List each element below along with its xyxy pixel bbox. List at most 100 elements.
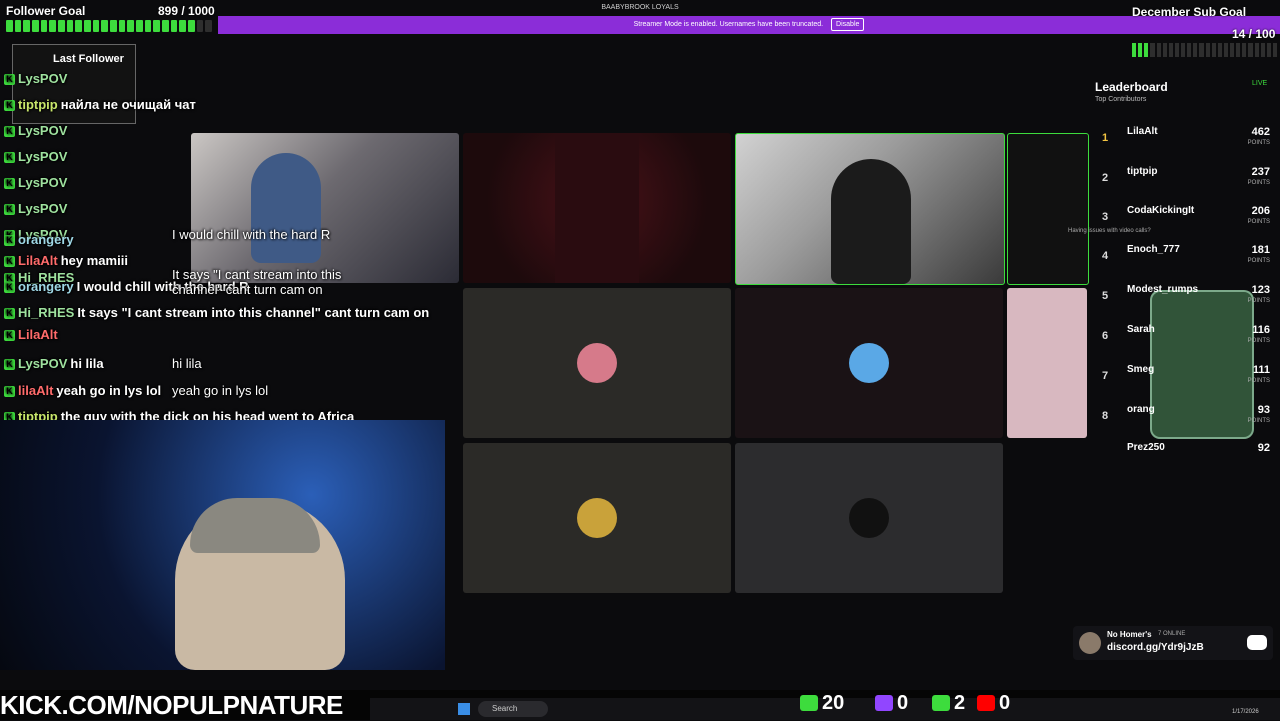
video-tile-camera-2[interactable] [463, 133, 731, 283]
chat-text: It says "I cant stream into this channel… [77, 305, 430, 320]
leaderboard-row: 5 Modest_rumps 123 POINTS [1098, 282, 1270, 316]
points-label: POINTS [1247, 298, 1270, 304]
chat-username: LilaAlt [18, 327, 58, 342]
points-label: POINTS [1247, 140, 1270, 146]
progress-segment [196, 20, 204, 32]
points-label: POINTS [1247, 258, 1270, 264]
leaderboard-points: 116 [1252, 324, 1270, 336]
progress-segment [32, 20, 39, 32]
caption-text: hi lila [172, 356, 202, 371]
progress-segment [1260, 43, 1265, 57]
chat-username: LysPOV [18, 356, 68, 371]
video-tile-audio-5[interactable] [735, 443, 1003, 593]
discord-invite[interactable]: discord.gg/Ydr9jJzB [1107, 642, 1204, 653]
disable-streamer-mode-button[interactable]: Disable [831, 18, 865, 31]
follower-goal-bar [6, 20, 213, 32]
leaderboard-name: CodaKickingIt [1127, 205, 1195, 216]
progress-segment [1230, 43, 1235, 57]
kick-badge-icon: K [4, 282, 15, 294]
chat-message: KLysPOV [4, 175, 70, 190]
chat-username: orangery [18, 232, 74, 247]
leaderboard-name: Enoch_777 [1127, 244, 1180, 255]
progress-segment [40, 20, 48, 32]
caption-text: yeah go in lys lol [172, 383, 269, 398]
sub-goal-title: December Sub Goal [1132, 5, 1247, 19]
chat-message: K LilaAlt hey mamiii [4, 253, 128, 268]
kick-count: 20 [822, 692, 845, 714]
leaderboard-name: orang [1127, 404, 1155, 415]
progress-segment [110, 20, 117, 32]
video-tile-camera-3[interactable] [735, 133, 1005, 285]
discord-server-name: No Homer's [1107, 630, 1152, 639]
kick-badge-icon: K [4, 308, 15, 320]
video-tile-camera-1[interactable] [191, 133, 459, 283]
windows-start-icon[interactable] [458, 703, 470, 715]
chat-message: KLilaAlt [4, 327, 61, 342]
live-indicator: LIVE [1252, 80, 1268, 87]
leaderboard-name: LilaAlt [1127, 126, 1158, 137]
chat-message: Ktiptpip найла не очищай чат [4, 97, 196, 112]
progress-segment [1156, 43, 1161, 57]
progress-segment [1174, 43, 1179, 57]
leaderboard-rank: 6 [1102, 330, 1109, 342]
video-tile-audio-2[interactable] [735, 288, 1003, 438]
streamer-webcam [0, 420, 445, 670]
progress-segment [1168, 43, 1173, 57]
leaderboard-row: 1 LilaAlt 462 POINTS [1098, 124, 1270, 158]
chat-text: найла не очищай чат [60, 97, 196, 112]
kick-badge-icon: K [4, 74, 15, 86]
progress-segment [1181, 43, 1186, 57]
progress-segment [179, 20, 187, 32]
progress-segment [1223, 43, 1228, 57]
kick-badge-icon: K [4, 126, 15, 138]
progress-segment [84, 20, 91, 32]
progress-segment [14, 20, 22, 32]
leaderboard-rank: 5 [1102, 290, 1109, 302]
leaderboard-name: Smeg [1127, 364, 1155, 375]
kick-badge-icon: K [4, 330, 15, 342]
chat-username: LysPOV [18, 71, 68, 86]
progress-segment [127, 20, 135, 32]
points-label: POINTS [1247, 219, 1270, 225]
kick-icon [800, 695, 818, 711]
kick-badge-icon: K [4, 204, 15, 216]
progress-segment [162, 20, 169, 32]
leaderboard-name: Sarah [1127, 324, 1155, 335]
kick-badge-icon: K [4, 100, 15, 112]
leaderboard-points: 237 [1251, 166, 1270, 178]
chat-message: KLysPOV [4, 123, 70, 138]
video-tile-camera-4[interactable] [1007, 133, 1089, 285]
discord-widget[interactable]: No Homer's 7 ONLINE discord.gg/Ydr9jJzB [1073, 626, 1273, 660]
sub-goal-count: 14 / 100 [1232, 27, 1276, 41]
progress-segment [136, 20, 143, 32]
leaderboard-name: Prez250 [1127, 442, 1165, 453]
chat-message: K Hi_RHES It says "I cant stream into this… [4, 305, 429, 320]
kick-badge-icon: K [4, 386, 15, 398]
chat-username: tiptpip [18, 97, 58, 112]
progress-segment [92, 20, 100, 32]
chat-username: LysPOV [18, 175, 68, 190]
participant-avatar [577, 498, 617, 538]
progress-segment [58, 20, 65, 32]
progress-segment [49, 20, 57, 32]
taskbar-date: 1/17/2026 [1232, 709, 1259, 715]
twitch-icon [875, 695, 893, 711]
twitch-count: 0 [897, 692, 909, 714]
progress-segment [170, 20, 178, 32]
video-tile-audio-1[interactable] [463, 288, 731, 438]
taskbar-search[interactable]: Search [478, 701, 548, 717]
progress-segment [188, 20, 195, 32]
video-tile-audio-4[interactable] [463, 443, 731, 593]
progress-segment [1150, 43, 1155, 57]
progress-segment [1205, 43, 1210, 57]
leaderboard-points: 92 [1257, 442, 1270, 454]
leaderboard-points: 462 [1251, 126, 1270, 138]
progress-segment [1266, 43, 1271, 57]
progress-segment [205, 20, 213, 32]
chat-username: LysPOV [18, 149, 68, 164]
video-tile-audio-3[interactable] [1007, 288, 1087, 438]
chat-username: lilaAlt [18, 383, 54, 398]
follower-goal-title: Follower Goal [6, 4, 86, 18]
leaderboard-points: 206 [1251, 205, 1270, 217]
leaderboard-rank: 3 [1102, 211, 1109, 223]
